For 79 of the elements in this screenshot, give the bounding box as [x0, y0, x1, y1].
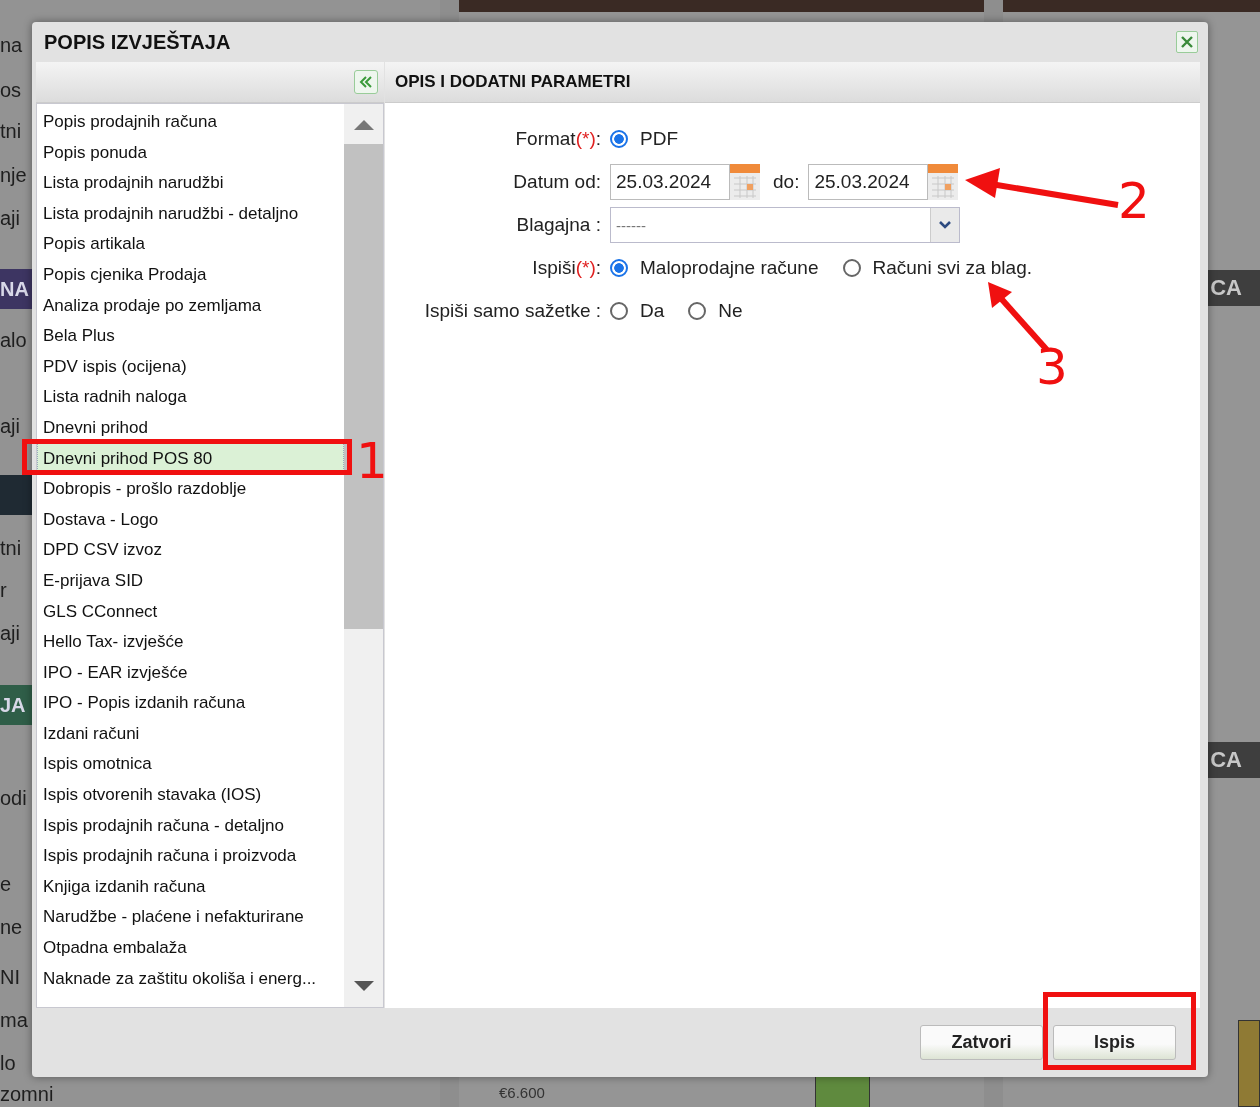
report-item[interactable]: Dobropis - prošlo razdoblje	[37, 473, 344, 504]
field-label: Datum od:	[512, 171, 602, 193]
menu-text: tni	[0, 119, 22, 143]
menu-text: aji	[0, 414, 20, 438]
scroll-down-icon[interactable]	[353, 981, 374, 993]
field-label: Blagajna :	[515, 214, 602, 236]
report-item[interactable]: Popis prodajnih računa	[37, 106, 344, 137]
menu-text: na	[0, 33, 23, 57]
close-button[interactable]	[1176, 31, 1198, 53]
report-item[interactable]: Popis ponuda	[37, 136, 344, 168]
menu-text: zomni	[0, 1082, 54, 1106]
menu-text: r	[0, 578, 7, 602]
annotation-number: 3	[1036, 342, 1068, 392]
scroll-up-icon[interactable]	[353, 118, 374, 130]
report-item[interactable]: IPO - Popis izdanih računa	[37, 687, 344, 718]
date-field[interactable]: 25.03.2024	[610, 164, 730, 200]
radio-button[interactable]	[610, 259, 628, 277]
axis-label: €6.600	[498, 1083, 545, 1101]
menu-text: ma	[0, 1008, 28, 1032]
menu-text: os	[0, 78, 22, 102]
menu-text: aji	[0, 621, 20, 645]
chevron-down-icon	[938, 220, 952, 230]
radio-option[interactable]: PDF	[610, 128, 678, 150]
scrollbar[interactable]	[344, 104, 383, 1007]
report-item[interactable]: Ispis otvorenih stavaka (IOS)	[37, 779, 344, 810]
report-item[interactable]: Dostava - Logo	[37, 503, 344, 535]
report-item[interactable]: Ispis omotnica	[37, 748, 344, 780]
close-icon	[1179, 34, 1195, 50]
menu-text: ne	[0, 915, 23, 939]
menu-text: aji	[0, 206, 20, 230]
radio-button[interactable]	[842, 259, 861, 277]
chart-bar	[814, 1076, 870, 1107]
radio-option[interactable]: Maloprodajne račune	[610, 257, 819, 279]
menu-text: NI	[0, 965, 20, 989]
report-item[interactable]: Naknade za zaštitu okoliša i energ...	[37, 962, 344, 994]
radio-option[interactable]: Da	[610, 300, 665, 322]
menu-text: nje	[0, 163, 27, 187]
report-item[interactable]: Lista prodajnih narudžbi - detaljno	[37, 197, 344, 229]
radio-button[interactable]	[688, 302, 707, 320]
print-button[interactable]: Ispis	[1053, 1025, 1176, 1060]
annotation-number: 1	[356, 436, 388, 486]
menu-text: alo	[0, 328, 27, 352]
field-label: do:	[773, 171, 800, 193]
report-item[interactable]: Ispis prodajnih računa - detaljno	[37, 809, 344, 841]
report-item[interactable]: IPO - EAR izvješće	[37, 656, 344, 688]
radio-button[interactable]	[610, 130, 628, 148]
date-field[interactable]: 25.03.2024	[808, 164, 929, 200]
report-item[interactable]: Ispis prodajnih računa i proizvoda	[37, 840, 344, 871]
menu-text: odi	[0, 786, 27, 810]
report-item[interactable]: Narudžbe - plaćene i nefakturirane	[37, 901, 344, 933]
report-item[interactable]: E-prijava SID	[37, 564, 344, 596]
menu-text: lo	[0, 1051, 16, 1075]
close-button[interactable]: Zatvori	[920, 1025, 1043, 1060]
dialog-title: POPIS IZVJEŠTAJA	[44, 30, 231, 54]
radio-button[interactable]	[610, 302, 628, 320]
report-item[interactable]: Bela Plus	[37, 320, 344, 351]
menu-text: tni	[0, 536, 22, 560]
report-item[interactable]: Otpadna embalaža	[37, 932, 344, 963]
scroll-thumb[interactable]	[344, 144, 383, 629]
radio-option[interactable]: Ne	[688, 300, 743, 322]
report-item[interactable]: Lista radnih naloga	[37, 381, 344, 412]
calendar-icon[interactable]	[928, 164, 959, 200]
double-chevron-icon	[359, 75, 373, 89]
report-item[interactable]: Lista prodajnih narudžbi	[37, 167, 344, 198]
report-item[interactable]: Dnevni prihod	[37, 411, 344, 443]
annotation-number: 2	[1118, 176, 1150, 226]
menu-text: e	[0, 872, 12, 896]
report-item[interactable]: Popis artikala	[37, 228, 344, 259]
report-item[interactable]: GLS CConnect	[37, 595, 344, 627]
report-item[interactable]: PDV ispis (ocijena)	[37, 350, 344, 382]
report-item[interactable]: DPD CSV izvoz	[37, 534, 344, 565]
collapse-button[interactable]	[354, 70, 378, 94]
dropdown[interactable]: ------	[610, 207, 960, 243]
calendar-icon[interactable]	[730, 164, 760, 200]
pane-title: OPIS I DODATNI PARAMETRI	[395, 72, 631, 92]
report-item[interactable]: Hello Tax- izvješće	[37, 626, 344, 657]
report-item[interactable]: Knjiga izdanih računa	[37, 870, 344, 902]
field-label: Ispiši(*):	[531, 257, 602, 279]
field-label: Format(*):	[514, 128, 602, 150]
